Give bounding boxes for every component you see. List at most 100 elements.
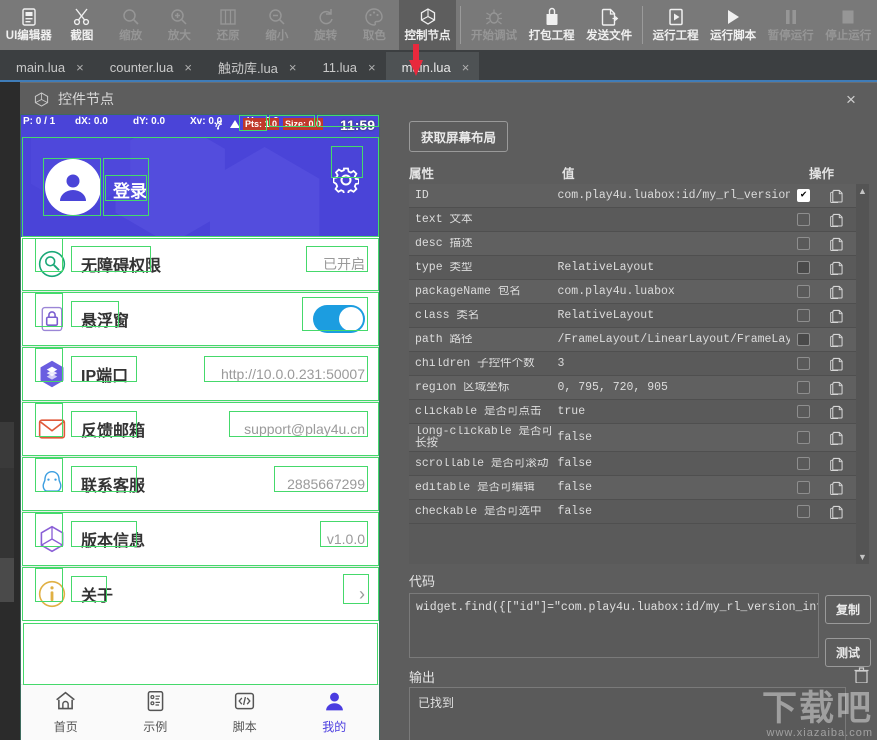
copy-icon[interactable] [817, 285, 856, 299]
property-row[interactable]: packageName 包名com.play4u.luabox [409, 280, 856, 304]
copy-icon[interactable] [817, 405, 856, 419]
property-checkbox[interactable] [790, 237, 817, 250]
code-label: 代码 [409, 571, 435, 590]
output-textarea[interactable]: 已找到 [409, 687, 846, 740]
editor-tab[interactable]: counter.lua× [94, 52, 202, 82]
scroll-down-icon[interactable]: ▼ [856, 550, 869, 564]
toolbar-button-pause: 暂停运行 [762, 0, 820, 50]
login-label[interactable]: 登录 [113, 177, 147, 202]
settings-row[interactable]: 联系客服2885667299 [21, 457, 379, 511]
tab-close-icon[interactable]: × [289, 60, 297, 75]
copy-icon[interactable] [817, 431, 856, 445]
gear-icon[interactable] [333, 167, 359, 198]
property-row[interactable]: desc 描述 [409, 232, 856, 256]
property-row[interactable]: clickable 是否可点击true [409, 400, 856, 424]
copy-icon[interactable] [817, 381, 856, 395]
toolbar-button-ui-editor[interactable]: UI编辑器 [0, 0, 58, 50]
phone-screen-preview[interactable]: P: 0 / 1dX: 0.0dY: 0.0Xv: 0.0Yv: 0.0 Pts… [20, 114, 380, 740]
editor-tab[interactable]: main.lua× [386, 52, 480, 82]
tab-close-icon[interactable]: × [368, 60, 376, 75]
property-value: 0, 795, 720, 905 [557, 381, 790, 394]
property-row[interactable]: children 子控件个数3 [409, 352, 856, 376]
copy-icon[interactable] [817, 261, 856, 275]
property-row[interactable]: path 路径/FrameLayout/LinearLayout/FrameLa… [409, 328, 856, 352]
property-checkbox[interactable] [790, 481, 817, 494]
test-code-button[interactable]: 测试 [825, 638, 871, 667]
property-table[interactable]: IDcom.play4u.luabox:id/my_rl_version…✔te… [409, 184, 869, 564]
property-checkbox[interactable]: ✔ [790, 189, 817, 202]
nav-item-person[interactable]: 我的 [290, 685, 380, 740]
trash-icon[interactable] [854, 667, 869, 688]
copy-icon[interactable] [817, 457, 856, 471]
copy-icon[interactable] [817, 357, 856, 371]
nav-item-code[interactable]: 脚本 [200, 685, 290, 740]
property-value: RelativeLayout [557, 309, 790, 322]
property-checkbox[interactable] [790, 457, 817, 470]
property-checkbox[interactable] [790, 333, 817, 346]
toolbar-button-label: UI编辑器 [6, 30, 52, 43]
toolbar-button-label: 打包工程 [529, 30, 575, 43]
code-textarea[interactable]: widget.find({["id"]="com.play4u.luabox:i… [409, 593, 819, 658]
output-section: 输出 已找到 [385, 667, 877, 740]
settings-row[interactable]: IP端口http://10.0.0.231:50007 [21, 347, 379, 401]
copy-icon[interactable] [817, 213, 856, 227]
settings-row[interactable]: 版本信息v1.0.0 [21, 512, 379, 566]
editor-tab[interactable]: main.lua× [0, 52, 94, 82]
property-checkbox[interactable] [790, 405, 817, 418]
toolbar-button-label: 旋转 [314, 30, 337, 43]
settings-row[interactable]: 无障碍权限已开启 [21, 237, 379, 291]
scroll-up-icon[interactable]: ▲ [856, 184, 869, 198]
toolbar-button-node[interactable]: 控制节点 [399, 0, 457, 50]
toolbar-button-package[interactable]: 打包工程 [523, 0, 581, 50]
nav-item-list[interactable]: 示例 [111, 685, 201, 740]
property-row[interactable]: long-clickable 是否可长按false [409, 424, 856, 452]
property-checkbox[interactable] [790, 505, 817, 518]
copy-code-button[interactable]: 复制 [825, 595, 871, 624]
settings-row[interactable]: 反馈邮箱support@play4u.cn [21, 402, 379, 456]
property-checkbox[interactable] [790, 213, 817, 226]
main-toolbar: UI编辑器截图缩放放大还原缩小旋转取色控制节点开始调试打包工程发送文件运行工程运… [0, 0, 877, 50]
property-row[interactable]: checkable 是否可选中false [409, 500, 856, 524]
toolbar-button-debug: 开始调试 [465, 0, 523, 50]
property-checkbox[interactable] [790, 357, 817, 370]
property-row[interactable]: scrollable 是否可滚动false [409, 452, 856, 476]
property-row[interactable]: text 文本 [409, 208, 856, 232]
copy-icon[interactable] [817, 189, 856, 203]
property-checkbox[interactable] [790, 381, 817, 394]
nav-item-home[interactable]: 首页 [21, 685, 111, 740]
settings-row[interactable]: 关于› [21, 567, 379, 621]
property-checkbox[interactable] [790, 431, 817, 444]
property-row[interactable]: editable 是否可编辑false [409, 476, 856, 500]
property-row[interactable]: type 类型RelativeLayout [409, 256, 856, 280]
copy-icon[interactable] [817, 333, 856, 347]
property-row[interactable]: region 区域坐标0, 795, 720, 905 [409, 376, 856, 400]
property-checkbox[interactable] [790, 285, 817, 298]
copy-icon[interactable] [817, 237, 856, 251]
toolbar-button-run-script[interactable]: 运行脚本 [704, 0, 762, 50]
floating-window-toggle[interactable] [313, 305, 365, 333]
property-checkbox[interactable] [790, 309, 817, 322]
chevron-right-icon: › [359, 584, 365, 605]
toolbar-button-scissors[interactable]: 截图 [58, 0, 107, 50]
tab-close-icon[interactable]: × [184, 60, 192, 75]
property-row[interactable]: class 类名RelativeLayout [409, 304, 856, 328]
toolbar-button-send-file[interactable]: 发送文件 [580, 0, 638, 50]
avatar[interactable] [45, 159, 101, 215]
property-row[interactable]: IDcom.play4u.luabox:id/my_rl_version…✔ [409, 184, 856, 208]
copy-icon[interactable] [817, 505, 856, 519]
tab-close-icon[interactable]: × [462, 60, 470, 75]
property-checkbox[interactable] [790, 261, 817, 274]
row-value: support@play4u.cn [244, 421, 365, 437]
property-table-scrollbar[interactable]: ▲ ▼ [856, 184, 869, 564]
capture-layout-button[interactable]: 获取屏幕布局 [409, 121, 508, 152]
copy-icon[interactable] [817, 309, 856, 323]
copy-icon[interactable] [817, 481, 856, 495]
tab-close-icon[interactable]: × [76, 60, 84, 75]
dialog-close-button[interactable]: × [841, 90, 861, 110]
property-name: clickable 是否可点击 [409, 406, 557, 418]
editor-tab[interactable]: 11.lua× [307, 52, 386, 82]
settings-row[interactable]: 悬浮窗 [21, 292, 379, 346]
editor-tab[interactable]: 触动库.lua× [202, 52, 307, 82]
toolbar-button-label: 运行工程 [653, 30, 699, 43]
toolbar-button-run-project[interactable]: 运行工程 [647, 0, 705, 50]
